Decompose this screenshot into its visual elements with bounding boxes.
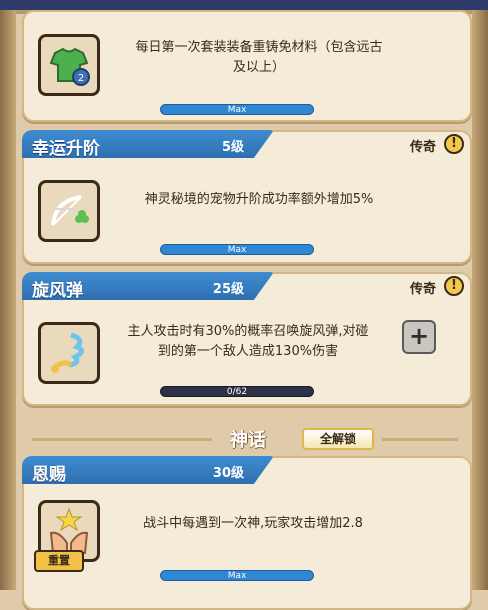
unlock-all-badge: 全解锁: [302, 428, 374, 450]
talent-description-line2: 到的第一个敌人造成130%伤害: [157, 344, 339, 359]
talent-title-bar: 旋风弹 25级: [22, 272, 274, 300]
upgrade-plus-button[interactable]: +: [402, 320, 436, 354]
green-shirt-icon: 2: [49, 47, 90, 86]
talent-level: 5级: [221, 140, 244, 155]
rarity-label: 传奇: [409, 282, 436, 297]
reset-button[interactable]: 重置: [34, 550, 84, 572]
talent-card-lucky-ascend: 幸运升阶 5级 传奇 ! 神灵秘境的宠物升阶成功率额外增加5% Max: [22, 130, 472, 264]
talent-card-reforge: 2 每日第一次套装装备重铸免材料（包含远古 及以上） Max: [22, 10, 472, 122]
talent-card-whirlwind: 旋风弹 25级 传奇 ! 主人攻击时有30%的概率召唤旋风弹,对碰 到的第一个敌…: [22, 272, 472, 406]
whirlwind-icon: [51, 332, 84, 373]
talent-title-bar: 幸运升阶 5级: [22, 130, 274, 158]
talent-icon-box: [38, 180, 100, 242]
talent-description-line2: 及以上）: [232, 60, 285, 75]
talent-title-bar: 恩赐 30级: [22, 456, 274, 484]
right-frame: [472, 10, 488, 590]
info-icon[interactable]: !: [444, 276, 464, 296]
progress-bar: Max: [160, 104, 314, 115]
talent-icon-box: 2: [38, 34, 100, 96]
left-frame: [0, 10, 16, 590]
mythic-section-header: 神话 全解锁: [22, 424, 468, 454]
talent-icon-box: [38, 322, 100, 384]
progress-bar: 0/62: [160, 386, 314, 397]
section-title: 神话: [230, 430, 266, 451]
talent-level: 25级: [212, 282, 244, 297]
talent-card-blessing: 恩赐 30级 战斗中每遇到一次神,玩家攻击增加2.8 Max: [22, 456, 472, 610]
progress-bar: Max: [160, 570, 314, 581]
bow-clover-icon: [51, 195, 89, 226]
talent-description: 战斗中每遇到一次神,玩家攻击增加2.8: [143, 516, 363, 531]
progress-bar: Max: [160, 244, 314, 255]
talent-level: 30级: [212, 466, 244, 481]
talent-description: 主人攻击时有30%的概率召唤旋风弹,对碰: [127, 324, 369, 339]
divider: [32, 438, 212, 441]
talent-description: 每日第一次套装装备重铸免材料（包含远古: [135, 40, 383, 55]
rarity-label: 传奇: [409, 140, 436, 155]
talent-title: 恩赐: [32, 465, 66, 485]
divider: [382, 438, 458, 441]
info-icon[interactable]: !: [444, 134, 464, 154]
talent-title: 幸运升阶: [32, 139, 100, 159]
svg-text:2: 2: [78, 73, 84, 84]
talent-description: 神灵秘境的宠物升阶成功率额外增加5%: [144, 192, 374, 207]
talent-title: 旋风弹: [32, 281, 83, 301]
